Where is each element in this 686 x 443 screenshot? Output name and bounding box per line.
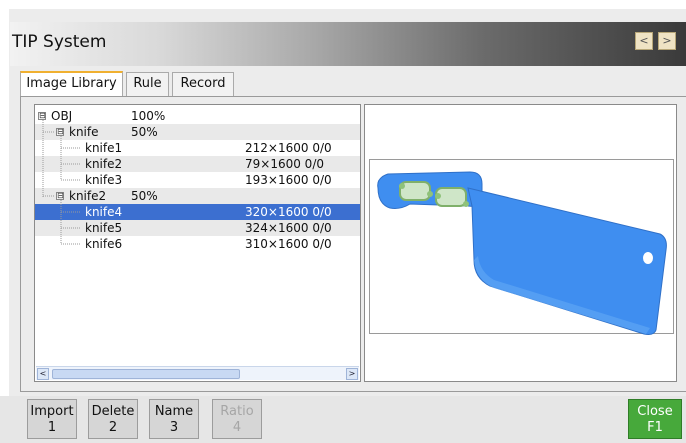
next-button[interactable]: > — [658, 32, 676, 50]
tree-leaf-size: 324×1600 0/0 — [245, 221, 332, 235]
button-key: 1 — [47, 420, 57, 435]
button-key: F1 — [647, 420, 663, 435]
button-key: 3 — [169, 420, 179, 435]
preview-image-frame — [369, 159, 674, 335]
button-label: Ratio — [220, 404, 254, 419]
tab-image-library[interactable]: Image Library — [20, 71, 123, 97]
image-library-tree[interactable]: ⊟ OBJ 100% ⊟ knife 50% knife1 212×1600 0… — [34, 104, 361, 382]
title-bar: TIP System < > — [10, 22, 686, 66]
tab-record[interactable]: Record — [172, 72, 234, 96]
button-label: Close — [637, 404, 673, 419]
tree-node-percent: 50% — [131, 125, 158, 139]
button-label: Delete — [91, 404, 135, 419]
tree-node-percent: 50% — [131, 189, 158, 203]
tree-connector-lines — [42, 120, 81, 245]
horizontal-scrollbar[interactable]: < > — [36, 366, 359, 380]
import-button[interactable]: Import 1 — [27, 399, 77, 439]
delete-button[interactable]: Delete 2 — [88, 399, 138, 439]
tree-leaf-size: 320×1600 0/0 — [245, 205, 332, 219]
window-title: TIP System — [12, 32, 107, 52]
tree-leaf-size: 212×1600 0/0 — [245, 141, 332, 155]
tree-leaf-size: 79×1600 0/0 — [245, 157, 324, 171]
prev-button[interactable]: < — [635, 32, 653, 50]
scrollbar-thumb[interactable] — [52, 369, 240, 379]
tree-node-percent: 100% — [131, 109, 166, 123]
name-button[interactable]: Name 3 — [149, 399, 199, 439]
tree-leaf-size: 193×1600 0/0 — [245, 173, 332, 187]
scroll-right-button[interactable]: > — [346, 368, 358, 380]
ratio-button[interactable]: Ratio 4 — [212, 399, 262, 439]
scroll-left-button[interactable]: < — [37, 368, 49, 380]
button-label: Import — [30, 404, 74, 419]
tree-leaf-size: 310×1600 0/0 — [245, 237, 332, 251]
function-toolbar: Import 1 Delete 2 Name 3 Ratio 4 Close F… — [0, 396, 686, 443]
close-button[interactable]: Close F1 — [628, 399, 682, 439]
tab-rule[interactable]: Rule — [126, 72, 169, 96]
button-label: Name — [154, 404, 194, 419]
knife-xray-image — [377, 171, 667, 335]
button-key: 4 — [232, 420, 242, 435]
image-preview-pane — [364, 104, 677, 382]
button-key: 2 — [108, 420, 118, 435]
